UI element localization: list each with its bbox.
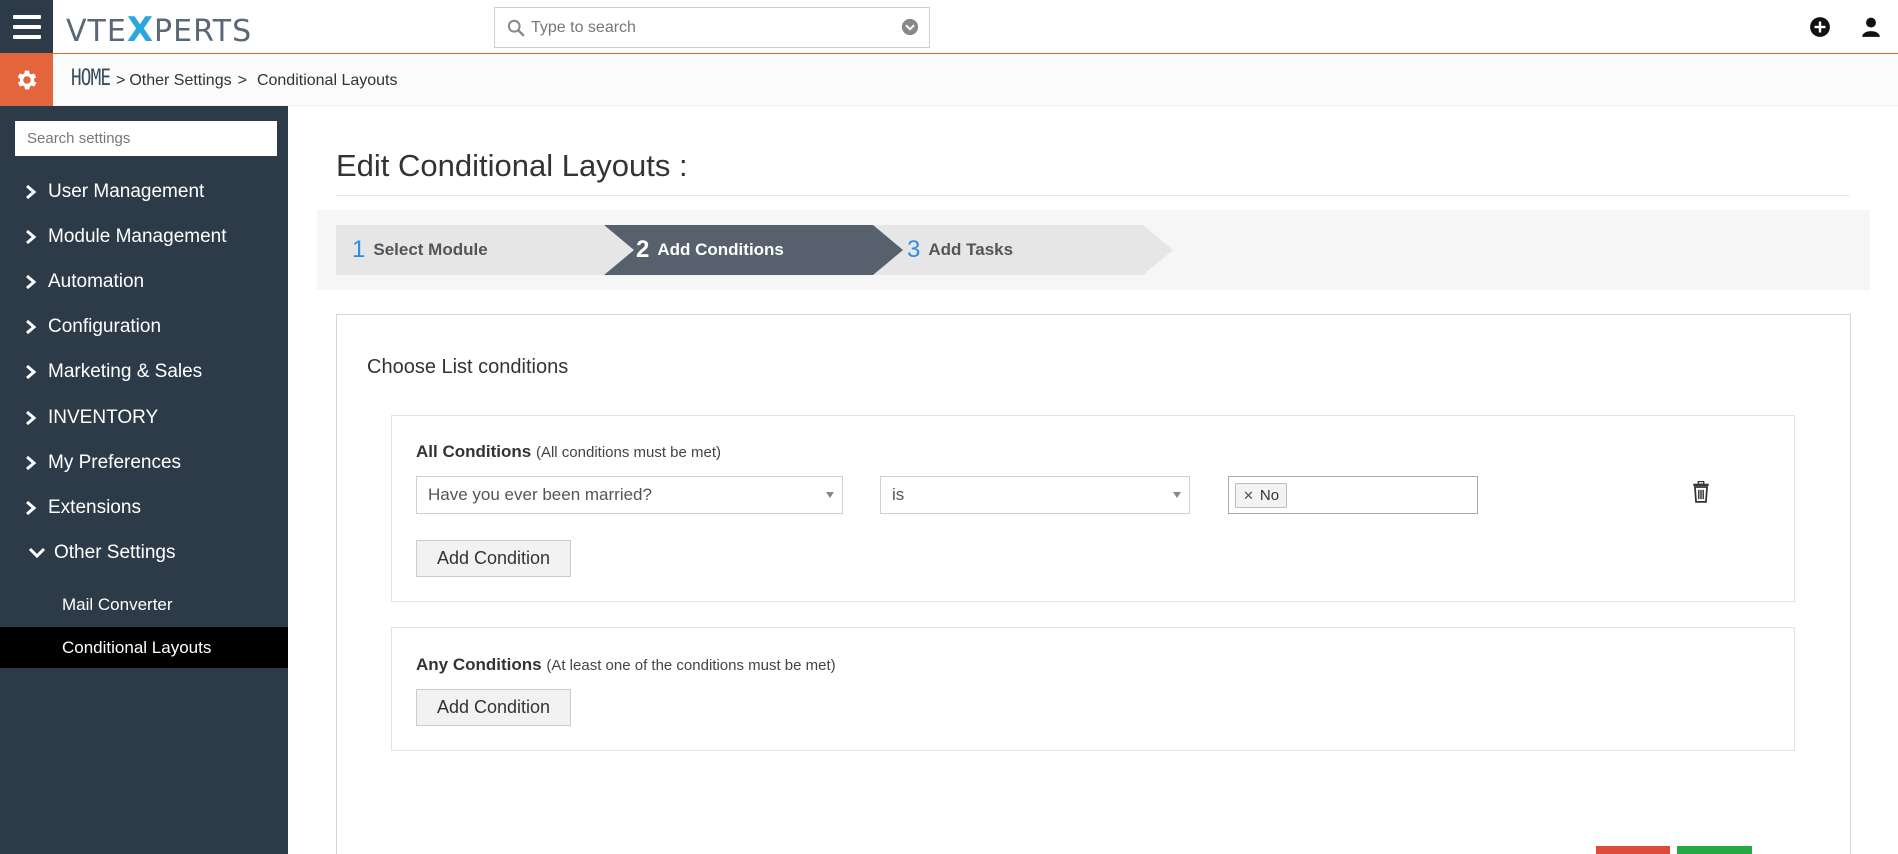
condition-operator-select[interactable]: is	[880, 476, 1190, 514]
search-icon	[507, 19, 525, 37]
chevron-right-icon	[0, 184, 48, 200]
chevron-right-icon	[0, 500, 48, 516]
add-any-condition-button[interactable]: Add Condition	[416, 689, 571, 726]
sidebar-item-label: Extensions	[48, 497, 141, 518]
sidebar-item-marketing-sales[interactable]: Marketing & Sales	[0, 352, 288, 392]
chevron-right-icon	[0, 229, 48, 245]
chevron-right-icon	[0, 274, 48, 290]
sidebar-subitem-label: Mail Converter	[62, 594, 173, 614]
page-title: Edit Conditional Layouts :	[336, 148, 688, 183]
sidebar-item-user-management[interactable]: User Management	[0, 172, 288, 212]
cancel-button[interactable]	[1596, 846, 1670, 854]
sidebar-item-label: User Management	[48, 181, 205, 202]
chevron-down-circle-icon[interactable]	[901, 18, 919, 36]
save-button[interactable]	[1677, 846, 1752, 854]
breadcrumb-bar: HOME > Other Settings > Conditional Layo…	[0, 54, 1898, 106]
sidebar-item-inventory[interactable]: INVENTORY	[0, 398, 288, 438]
breadcrumb-home[interactable]: HOME	[71, 66, 111, 91]
condition-field-select[interactable]: Have you ever been married?	[416, 476, 843, 514]
vtexperts-logo[interactable]: VTEXPERTS	[66, 10, 252, 50]
wizard-step-add-tasks[interactable]: 3 Add Tasks	[873, 225, 1173, 275]
sidebar-subitem-mail-converter[interactable]: Mail Converter	[0, 584, 288, 625]
global-search-input[interactable]	[531, 8, 891, 47]
trash-icon[interactable]	[1692, 481, 1710, 503]
chevron-right-icon	[0, 319, 48, 335]
title-divider	[336, 195, 1850, 196]
chevron-right-icon	[0, 410, 48, 426]
sidebar-item-label: Configuration	[48, 316, 162, 337]
plus-circle-icon[interactable]	[1809, 16, 1831, 38]
settings-gear-icon[interactable]	[0, 54, 53, 106]
panel-title: Choose List conditions	[367, 356, 569, 378]
value-tag: ✕ No	[1235, 483, 1288, 508]
top-navbar: VTEXPERTS	[0, 0, 1898, 54]
sidebar-item-label: INVENTORY	[48, 407, 159, 428]
breadcrumb-separator: >	[237, 72, 247, 89]
sidebar-subitem-conditional-layouts[interactable]: Conditional Layouts	[0, 627, 288, 668]
sidebar-item-label: Marketing & Sales	[48, 361, 203, 382]
chevron-right-icon	[0, 364, 48, 380]
breadcrumb-conditional-layouts: Conditional Layouts	[256, 72, 398, 89]
breadcrumb-other-settings[interactable]: Other Settings	[129, 72, 231, 90]
sidebar-item-automation[interactable]: Automation	[0, 262, 288, 302]
caret-down-icon	[1173, 492, 1181, 498]
chevron-right-icon	[0, 455, 48, 471]
remove-tag-icon[interactable]: ✕	[1243, 488, 1254, 504]
global-search[interactable]	[494, 7, 930, 48]
add-all-condition-button[interactable]: Add Condition	[416, 540, 571, 577]
wizard-step-select-module[interactable]: 1 Select Module	[336, 225, 636, 275]
all-conditions-label: All Conditions (All conditions must be m…	[416, 442, 722, 461]
sidebar-item-label: Other Settings	[54, 542, 176, 563]
sidebar-item-label: Module Management	[48, 226, 227, 247]
sidebar-item-other-settings[interactable]: Other Settings	[0, 533, 288, 573]
settings-search-input[interactable]	[15, 121, 277, 156]
sidebar-item-configuration[interactable]: Configuration	[0, 307, 288, 347]
any-conditions-box	[391, 627, 1795, 751]
sidebar-item-label: Automation	[48, 271, 145, 292]
sidebar-item-my-preferences[interactable]: My Preferences	[0, 443, 288, 483]
sidebar-subitem-label: Conditional Layouts	[62, 637, 212, 657]
wizard-steps: 1 Select Module 2 Add Conditions 3 Add T…	[336, 225, 1173, 275]
chevron-down-icon	[0, 547, 54, 559]
caret-down-icon	[826, 492, 834, 498]
condition-value-input[interactable]: ✕ No	[1228, 476, 1478, 514]
user-icon[interactable]	[1860, 16, 1882, 38]
any-conditions-label: Any Conditions (At least one of the cond…	[416, 655, 836, 674]
wizard-step-add-conditions[interactable]: 2 Add Conditions	[604, 225, 906, 275]
breadcrumb-separator: >	[115, 72, 126, 89]
breadcrumb: HOME > Other Settings > Conditional Layo…	[71, 66, 398, 91]
sidebar-item-label: My Preferences	[48, 452, 182, 473]
settings-sidebar: User Management Module Management Automa…	[0, 106, 288, 854]
hamburger-menu-icon[interactable]	[0, 0, 53, 53]
sidebar-item-extensions[interactable]: Extensions	[0, 488, 288, 528]
sidebar-item-module-management[interactable]: Module Management	[0, 217, 288, 257]
